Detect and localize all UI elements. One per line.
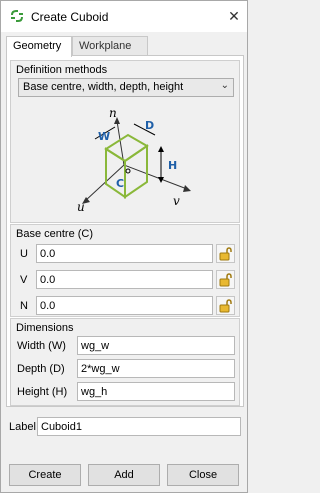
- u-lock-button[interactable]: [216, 244, 235, 263]
- width-label: Width (W): [17, 340, 66, 352]
- tab-workplane[interactable]: Workplane: [72, 36, 148, 56]
- dialog-window: Create Cuboid ✕ Geometry Workplane Defin…: [0, 0, 248, 493]
- add-button[interactable]: Add: [88, 464, 160, 486]
- u-axis-label: u: [77, 200, 85, 214]
- dimensions-group: Dimensions Width (W) wg_w Depth (D) 2*wg…: [10, 318, 240, 406]
- base-centre-title: Base centre (C): [16, 228, 94, 240]
- tab-geometry[interactable]: Geometry: [6, 36, 72, 57]
- window-close-icon[interactable]: ✕: [223, 5, 245, 27]
- geometry-panel: Definition methods Base centre, width, d…: [6, 55, 244, 407]
- v-axis-line: [123, 164, 188, 190]
- base-centre-marker: [125, 168, 131, 174]
- height-field[interactable]: wg_h: [77, 382, 235, 401]
- definition-method-value: Base centre, width, depth, height: [23, 81, 184, 93]
- v-axis-label: v: [173, 194, 180, 208]
- unlocked-padlock-icon: [219, 298, 232, 312]
- c-point-label: C: [116, 177, 124, 190]
- w-dimension-label: W: [98, 130, 110, 143]
- close-button[interactable]: Close: [167, 464, 239, 486]
- unlocked-padlock-icon: [219, 246, 232, 260]
- dimensions-title: Dimensions: [16, 322, 74, 334]
- definition-methods-group: Definition methods Base centre, width, d…: [10, 60, 240, 223]
- title-bar: Create Cuboid ✕: [1, 1, 247, 32]
- width-field[interactable]: wg_w: [77, 336, 235, 355]
- v-lock-button[interactable]: [216, 270, 235, 289]
- depth-label: Depth (D): [17, 363, 65, 375]
- n-field[interactable]: 0.0: [36, 296, 213, 315]
- h-dimension-label: H: [168, 159, 177, 172]
- create-button[interactable]: Create: [9, 464, 81, 486]
- n-lock-button[interactable]: [216, 296, 235, 315]
- window-title: Create Cuboid: [31, 10, 109, 24]
- u-label: U: [20, 248, 28, 260]
- label-caption: Label: [9, 421, 36, 433]
- cuboid-diagram: n u v W D H C: [77, 106, 191, 214]
- u-field[interactable]: 0.0: [36, 244, 213, 263]
- v-label: V: [20, 274, 28, 286]
- depth-field[interactable]: 2*wg_w: [77, 359, 235, 378]
- height-label: Height (H): [17, 386, 68, 398]
- definition-methods-title: Definition methods: [16, 64, 108, 76]
- n-label: N: [20, 300, 28, 312]
- base-centre-group: Base centre (C) U 0.0 V 0.0 N 0.0: [10, 224, 240, 317]
- d-dimension-label: D: [145, 119, 154, 132]
- app-logo-icon: [11, 10, 23, 22]
- v-field[interactable]: 0.0: [36, 270, 213, 289]
- chevron-down-icon: ⌄: [220, 80, 229, 91]
- unlocked-padlock-icon: [219, 272, 232, 286]
- label-field[interactable]: Cuboid1: [37, 417, 241, 436]
- n-axis-label: n: [109, 106, 117, 120]
- v-axis-arrow: [183, 185, 191, 192]
- definition-method-select[interactable]: Base centre, width, depth, height ⌄: [18, 78, 234, 97]
